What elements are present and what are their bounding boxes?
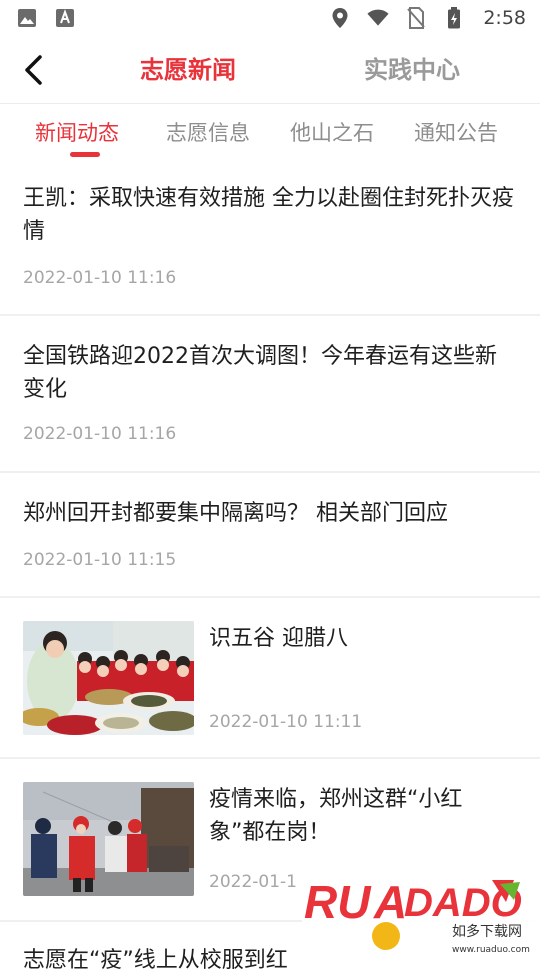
no-sim-icon (405, 7, 427, 29)
active-tab-indicator (70, 152, 100, 157)
news-thumbnail (23, 782, 194, 896)
news-item[interactable]: 识五谷 迎腊八 2022-01-10 11:11 (0, 598, 540, 759)
top-header: 志愿新闻 实践中心 (0, 36, 540, 104)
status-right: 2:58 (329, 7, 526, 29)
news-title: 识五谷 迎腊八 (209, 626, 348, 651)
category-tab-volunteer-info[interactable]: 志愿信息 (166, 118, 250, 148)
image-icon (16, 7, 38, 29)
chevron-left-icon (25, 55, 42, 85)
status-left (16, 7, 76, 29)
news-title: 王凯：采取快速有效措施 全力以赴圈住封死扑灭疫情 (23, 186, 514, 244)
location-icon (329, 7, 351, 29)
svg-text:www.ruaduo.com: www.ruaduo.com (452, 945, 530, 955)
news-title: 郑州回开封都要集中隔离吗？ 相关部门回应 (23, 501, 448, 526)
wifi-icon (367, 7, 389, 29)
news-thumbnail (23, 621, 194, 735)
category-tab-other-stones[interactable]: 他山之石 (290, 118, 374, 148)
status-bar: 2:58 (0, 0, 540, 36)
news-time: 2022-01-10 11:16 (23, 424, 177, 444)
news-time: 2022-01-10 11:15 (23, 550, 177, 570)
svg-text:A: A (373, 876, 407, 928)
news-title: 疫情来临，郑州这群“小红象”都在岗！ (209, 787, 463, 845)
news-time: 2022-01-10 11:11 (209, 712, 363, 732)
category-tab-news-updates[interactable]: 新闻动态 (35, 118, 119, 148)
news-time: 2022-01-10 11:16 (23, 268, 177, 288)
volunteers-street-photo (23, 782, 194, 896)
tab-volunteer-news[interactable]: 志愿新闻 (140, 54, 236, 86)
text-a-icon (54, 7, 76, 29)
tab-practice-center[interactable]: 实践中心 (364, 54, 460, 86)
svg-text:如多下载网: 如多下载网 (452, 923, 522, 940)
news-item[interactable]: 全国铁路迎2022首次大调图！今年春运有这些新变化 2022-01-10 11:… (0, 316, 540, 473)
status-time: 2:58 (483, 7, 526, 29)
category-tab-notices[interactable]: 通知公告 (414, 118, 498, 148)
battery-charging-icon (443, 7, 465, 29)
svg-text:RU: RU (304, 876, 372, 928)
news-list: 王凯：采取快速有效措施 全力以赴圈住封死扑灭疫情 2022-01-10 11:1… (0, 164, 540, 973)
news-time: 2022-01-1 (209, 872, 297, 892)
news-item[interactable]: 郑州回开封都要集中隔离吗？ 相关部门回应 2022-01-10 11:15 (0, 473, 540, 598)
news-item[interactable]: 王凯：采取快速有效措施 全力以赴圈住封死扑灭疫情 2022-01-10 11:1… (0, 164, 540, 316)
news-title: 全国铁路迎2022首次大调图！今年春运有这些新变化 (23, 344, 497, 402)
children-grains-photo (23, 621, 194, 735)
back-button[interactable] (18, 52, 48, 88)
watermark-logo: RU A DADO 如多下载网 www.ruaduo.com (302, 866, 540, 960)
